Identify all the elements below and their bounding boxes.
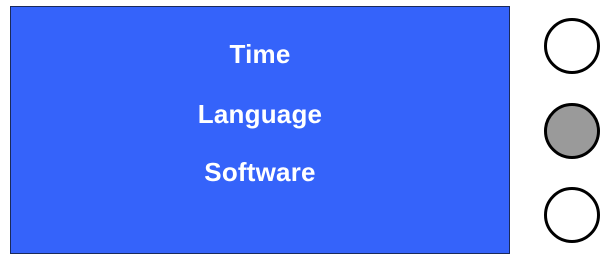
side-button-3[interactable] <box>544 187 600 243</box>
side-button-2-selected[interactable] <box>544 103 600 159</box>
menu-item-language[interactable]: Language <box>11 99 509 129</box>
side-button-1[interactable] <box>544 18 600 74</box>
menu-screen: Time Language Software <box>10 6 510 254</box>
menu-item-time[interactable]: Time <box>11 39 509 69</box>
menu-item-software[interactable]: Software <box>11 157 509 187</box>
